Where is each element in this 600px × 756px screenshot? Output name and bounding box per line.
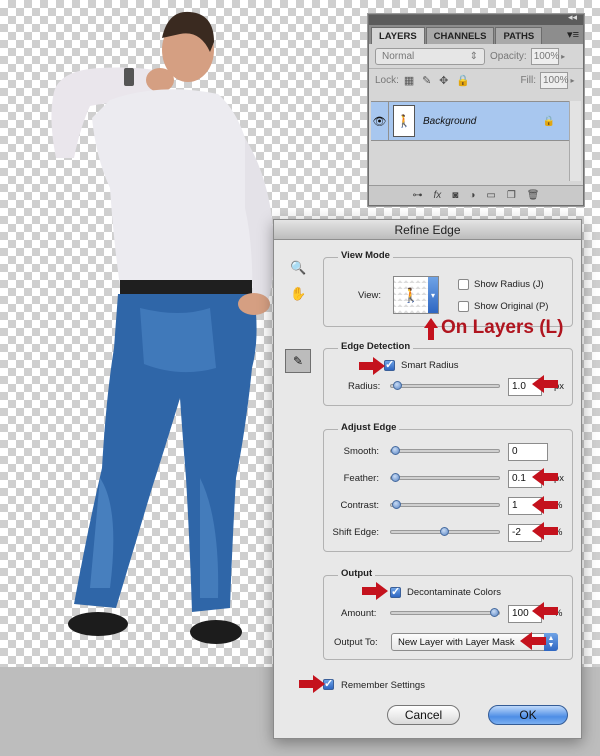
show-original-label: Show Original (P) (474, 301, 549, 312)
amount-label: Amount: (341, 608, 377, 619)
smart-radius-checkbox[interactable] (384, 358, 395, 371)
red-arrow-icon (359, 357, 385, 375)
layer-name: Background (423, 115, 477, 127)
red-arrow-icon (532, 522, 558, 540)
feather-slider[interactable] (390, 473, 500, 482)
tab-paths[interactable]: PATHS (495, 27, 543, 44)
output-to-value: New Layer with Layer Mask (398, 637, 515, 648)
smart-radius-label: Smart Radius (401, 360, 459, 371)
red-up-arrow-icon (424, 318, 438, 340)
dialog-title: Refine Edge (274, 220, 581, 240)
show-radius-checkbox[interactable] (458, 279, 469, 290)
new-layer-icon[interactable]: ❐ (507, 190, 516, 201)
fill-field[interactable]: 100% (540, 72, 569, 89)
panel-scrollbar[interactable] (569, 101, 581, 181)
link-icon[interactable]: ⊶ (413, 190, 423, 201)
lock-all-icon[interactable]: 🔒 (456, 74, 470, 87)
lock-row: Lock: ▦ ✎ ✥ 🔒 Fill: 100% ▸ (369, 68, 583, 92)
blend-mode-value: Normal (382, 50, 415, 62)
slider-knob[interactable] (391, 473, 400, 482)
lock-label: Lock: (375, 75, 399, 86)
lock-move-icon[interactable]: ✥ (439, 74, 448, 87)
hand-tool-icon[interactable]: ✋ (290, 286, 306, 302)
lock-transparency-icon[interactable]: ▦ (404, 74, 414, 87)
slider-knob[interactable] (490, 608, 499, 617)
red-arrow-icon (532, 496, 558, 514)
person-cutout-image (51, 11, 275, 644)
folder-icon[interactable]: ▭ (486, 190, 495, 201)
panel-footer: ⊶ fx ◙ ◑ ▭ ❐ 🗑 (369, 185, 583, 205)
panel-menu-icon[interactable]: ▾≡ (567, 28, 579, 41)
view-preview-thumbnail: 🚶 (394, 277, 428, 313)
panel-titlebar[interactable]: ◂◂ (369, 12, 583, 25)
opacity-label: Opacity: (490, 50, 527, 62)
ok-button[interactable]: OK (488, 705, 568, 725)
opacity-arrow-icon[interactable]: ▸ (559, 48, 568, 65)
slider-knob[interactable] (391, 446, 400, 455)
refine-radius-brush-icon[interactable]: ✎ (285, 349, 311, 373)
annotation-note: On Layers (L) (441, 317, 564, 338)
cancel-button[interactable]: Cancel (387, 705, 460, 725)
mask-icon[interactable]: ◙ (452, 190, 458, 201)
lock-brush-icon[interactable]: ✎ (422, 74, 431, 87)
view-mode-title: View Mode (338, 250, 393, 261)
radius-slider[interactable] (390, 381, 500, 390)
red-arrow-icon (532, 602, 558, 620)
blend-mode-select[interactable]: Normal ⇕ (375, 47, 485, 65)
red-arrow-icon (362, 582, 388, 600)
collapse-icon[interactable]: ◂◂ (568, 12, 577, 23)
layers-panel: ◂◂ LAYERS CHANNELS PATHS ▾≡ Normal ⇕ Opa… (368, 12, 584, 206)
dropdown-arrow-icon: ▾ (428, 277, 438, 313)
trash-icon[interactable]: 🗑 (527, 190, 540, 201)
smooth-slider[interactable] (390, 446, 500, 455)
adjust-edge-title: Adjust Edge (338, 422, 400, 433)
layer-thumbnail: 🚶 (393, 105, 415, 137)
updown-icon: ▲ ▼ (544, 633, 558, 651)
slider-knob[interactable] (391, 500, 401, 509)
red-arrow-icon (520, 632, 546, 650)
smooth-label: Smooth: (343, 446, 379, 457)
shift-edge-slider[interactable] (390, 527, 500, 536)
shift-edge-label: Shift Edge: (332, 527, 379, 538)
panel-tabs: LAYERS CHANNELS PATHS ▾≡ (369, 25, 583, 44)
contrast-label: Contrast: (340, 500, 379, 511)
view-mode-select[interactable]: 🚶 ▾ (393, 276, 439, 314)
tab-layers[interactable]: LAYERS (371, 27, 425, 44)
contrast-slider[interactable] (390, 500, 500, 509)
output-title: Output (338, 568, 376, 579)
slider-knob[interactable] (392, 381, 402, 390)
lock-icon: 🔒 (542, 115, 555, 127)
show-original-checkbox[interactable] (458, 301, 469, 312)
decontaminate-checkbox[interactable] (390, 585, 401, 598)
fill-label: Fill: (520, 75, 536, 86)
radius-label: Radius: (348, 381, 381, 392)
adjustment-icon[interactable]: ◑ (469, 190, 475, 201)
zoom-tool-icon[interactable]: 🔍 (290, 260, 306, 276)
decontaminate-label: Decontaminate Colors (407, 587, 501, 598)
edge-detection-title: Edge Detection (338, 341, 414, 352)
feather-label: Feather: (343, 473, 379, 484)
slider-knob[interactable] (439, 527, 449, 536)
eye-icon[interactable]: 👁 (371, 102, 389, 140)
amount-slider[interactable] (390, 608, 500, 617)
output-to-label: Output To: (334, 637, 378, 648)
smooth-field[interactable]: 0 (508, 443, 548, 461)
fill-arrow-icon[interactable]: ▸ (568, 72, 577, 89)
layer-row-background[interactable]: 👁 🚶 Background 🔒 (371, 101, 569, 141)
red-arrow-icon (532, 375, 558, 393)
tab-channels[interactable]: CHANNELS (425, 27, 495, 44)
red-arrow-icon (299, 675, 325, 693)
updown-icon: ⇕ (469, 50, 478, 62)
view-label: View: (358, 290, 382, 301)
opacity-field[interactable]: 100% (530, 47, 559, 65)
remember-settings-label: Remember Settings (341, 680, 425, 691)
show-radius-label: Show Radius (J) (474, 279, 544, 290)
red-arrow-icon (532, 468, 558, 486)
blend-row: Normal ⇕ Opacity: 100% ▸ (369, 44, 583, 68)
fx-icon[interactable]: fx (434, 190, 442, 201)
